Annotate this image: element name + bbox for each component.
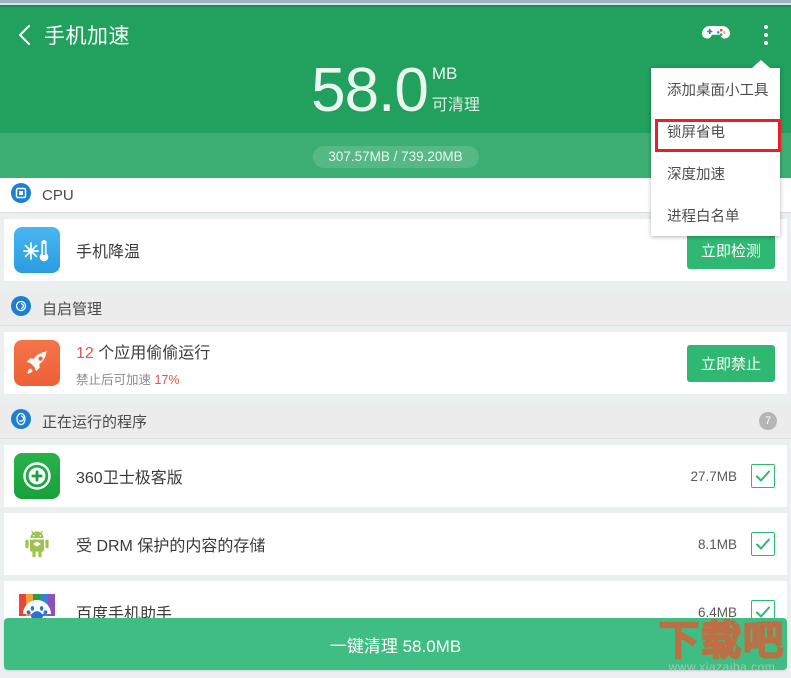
one-key-clean-button[interactable]: 一键清理 58.0MB: [4, 618, 787, 670]
memory-usage-pill: 307.57MB / 739.20MB: [312, 146, 479, 168]
spacer: [0, 394, 791, 404]
memory-caption: 可清理: [431, 97, 480, 114]
section-title-autostart: 自启管理: [42, 300, 103, 318]
row-autostart-apps[interactable]: 12 个应用偷偷运行 禁止后可加速 17% 立即禁止: [4, 332, 787, 394]
autostart-subtitle: 禁止后可加速 17%: [76, 369, 687, 388]
list-item[interactable]: 受 DRM 保护的内容的存储 8.1MB: [4, 513, 787, 575]
rocket-icon: [14, 340, 60, 386]
section-header-running: 正在运行的程序 7: [0, 404, 791, 439]
disable-now-button[interactable]: 立即禁止: [686, 344, 775, 382]
game-booster-button[interactable]: [699, 17, 733, 53]
content-scroll-area[interactable]: CPU 手机降温 立即检测 自启管理 12 个应用偷偷运行 禁止后可加速 17%…: [0, 178, 791, 678]
chevron-left-icon: [17, 23, 33, 47]
app-window: 手机加速 58.0 MB 可清理 307.57MB / 739.20MB CPU…: [0, 0, 791, 678]
autostart-sub-prefix: 禁止后可加速: [76, 372, 155, 387]
running-count-badge: 7: [759, 412, 777, 430]
autostart-icon: [10, 295, 32, 322]
app-name: 360卫士极客版: [76, 470, 183, 487]
section-title-cpu: CPU: [42, 186, 74, 204]
menu-item-deep-boost[interactable]: 深度加速: [651, 152, 780, 194]
android-robot-icon: [14, 521, 60, 567]
overflow-dropdown-menu[interactable]: 添加桌面小工具 锁屏省电 深度加速 进程白名单: [651, 60, 780, 236]
autostart-title: 12 个应用偷偷运行: [76, 339, 687, 363]
spacer: [0, 281, 791, 291]
app-checkbox[interactable]: [751, 464, 775, 488]
app-name: 受 DRM 保护的内容的存储: [76, 538, 266, 555]
menu-item-add-widget[interactable]: 添加桌面小工具: [651, 68, 780, 110]
autostart-title-rest: 个应用偷偷运行: [93, 344, 211, 362]
memory-unit: MB: [431, 64, 458, 83]
autostart-sub-value: 17%: [154, 372, 180, 387]
memory-value: 58.0: [311, 56, 429, 125]
detect-now-button[interactable]: 立即检测: [686, 231, 775, 269]
shield-plus-icon: [14, 453, 60, 499]
overflow-menu-icon: [764, 25, 768, 45]
page-title: 手机加速: [44, 25, 130, 48]
app-size: 27.7MB: [690, 468, 737, 484]
section-header-autostart: 自启管理: [0, 291, 791, 326]
autostart-count: 12: [76, 344, 94, 362]
game-controller-icon: [701, 22, 731, 49]
dropdown-caret-icon: [752, 60, 770, 68]
app-checkbox[interactable]: [751, 532, 775, 556]
autostart-text-block: 12 个应用偷偷运行 禁止后可加速 17%: [76, 339, 687, 388]
app-size: 8.1MB: [697, 536, 737, 552]
list-item[interactable]: 360卫士极客版 27.7MB: [4, 445, 787, 507]
snowflake-thermometer-icon: [14, 227, 60, 273]
cpu-chip-icon: [10, 182, 32, 209]
back-button[interactable]: [8, 18, 42, 52]
menu-item-lockscreen-power-save[interactable]: 锁屏省电: [651, 110, 780, 152]
running-apps-icon: [10, 408, 32, 435]
row-label-cooldown: 手机降温: [76, 244, 141, 261]
section-title-running: 正在运行的程序: [42, 413, 148, 431]
header-actions: [699, 17, 783, 53]
overflow-menu-button[interactable]: [749, 17, 783, 53]
menu-item-process-whitelist[interactable]: 进程白名单: [651, 194, 780, 236]
